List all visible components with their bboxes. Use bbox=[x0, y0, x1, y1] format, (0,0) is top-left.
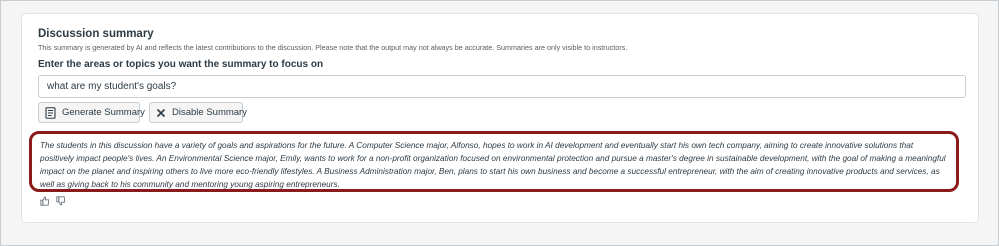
summary-notice: This summary is generated by AI and refl… bbox=[38, 43, 628, 52]
summary-feedback bbox=[40, 196, 66, 206]
focus-input[interactable] bbox=[38, 75, 966, 98]
generate-summary-button[interactable]: Generate Summary bbox=[38, 102, 145, 123]
disable-summary-label: Disable Summary bbox=[172, 107, 247, 118]
summary-title: Discussion summary bbox=[38, 28, 154, 40]
document-icon bbox=[45, 106, 56, 119]
focus-input-label: Enter the areas or topics you want the s… bbox=[38, 59, 324, 70]
thumbs-up-icon[interactable] bbox=[40, 196, 50, 206]
summary-text: The students in this discussion have a v… bbox=[29, 131, 959, 192]
close-icon bbox=[156, 107, 166, 119]
discussion-summary-card: Discussion summary This summary is gener… bbox=[21, 13, 979, 223]
generate-summary-label: Generate Summary bbox=[62, 107, 145, 118]
page-frame: Discussion summary This summary is gener… bbox=[0, 0, 999, 246]
disable-summary-button[interactable]: Disable Summary bbox=[149, 102, 247, 123]
thumbs-down-icon[interactable] bbox=[56, 196, 66, 206]
